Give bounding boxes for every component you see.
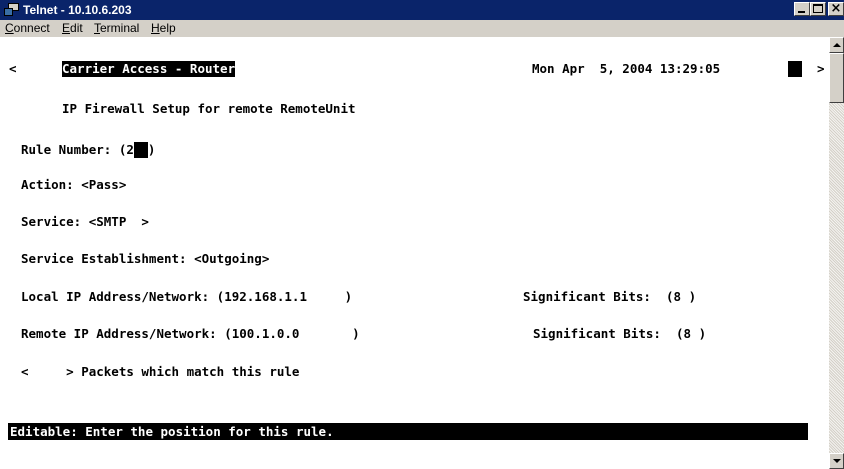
rule-number-field[interactable]: Rule Number: (2) (21, 142, 155, 158)
window-title: Telnet - 10.10.6.203 (23, 3, 132, 17)
minimize-icon (798, 11, 805, 13)
header-cursor (788, 61, 802, 77)
input-cursor (133, 142, 148, 158)
maximize-icon (813, 4, 823, 13)
menu-help[interactable]: Help (151, 21, 176, 36)
menu-bar: Connect Edit Terminal Help (0, 20, 844, 37)
header-datetime: Mon Apr 5, 2004 13:29:05 (532, 61, 721, 76)
service-establishment-field[interactable]: Service Establishment: <Outgoing> (21, 251, 269, 267)
maximize-button[interactable] (810, 2, 826, 16)
remote-significant-bits-field[interactable]: Significant Bits: (8 ) (533, 326, 706, 342)
menu-terminal[interactable]: Terminal (94, 21, 139, 36)
rule-number-value[interactable]: 2 (126, 142, 134, 157)
remote-ip-field[interactable]: Remote IP Address/Network: (100.1.0.0 ) (21, 326, 360, 342)
status-message: Editable: Enter the position for this ru… (10, 424, 334, 439)
scroll-thumb[interactable] (829, 53, 844, 103)
title-bar[interactable]: Telnet - 10.10.6.203 × (0, 0, 844, 20)
rule-number-close: ) (147, 142, 156, 157)
vertical-scrollbar[interactable] (829, 37, 844, 469)
scroll-left-marker: < (9, 61, 17, 76)
scroll-right-marker: > (817, 61, 825, 76)
menu-connect[interactable]: Connect (5, 21, 50, 36)
minimize-button[interactable] (794, 2, 810, 16)
local-ip-field[interactable]: Local IP Address/Network: (192.168.1.1 ) (21, 289, 352, 305)
rule-number-label: Rule Number: ( (21, 142, 127, 157)
service-field[interactable]: Service: <SMTP > (21, 214, 149, 230)
local-significant-bits-field[interactable]: Significant Bits: (8 ) (523, 289, 696, 305)
header-title: Carrier Access - Router (62, 61, 236, 77)
packets-match-rule-field[interactable]: < > Packets which match this rule (21, 364, 299, 380)
close-icon: × (830, 1, 842, 16)
telnet-app-icon (4, 3, 19, 17)
screen-title: IP Firewall Setup for remote RemoteUnit (62, 101, 356, 116)
close-button[interactable]: × (828, 1, 844, 16)
menu-edit[interactable]: Edit (62, 21, 83, 36)
status-bar: Editable: Enter the position for this ru… (8, 423, 808, 440)
scroll-up-button[interactable] (829, 37, 844, 53)
arrow-down-icon (833, 459, 841, 463)
terminal-screen[interactable]: < Carrier Access - Router Mon Apr 5, 200… (0, 37, 829, 469)
scroll-down-button[interactable] (829, 453, 844, 469)
arrow-up-icon (833, 43, 841, 47)
action-field[interactable]: Action: <Pass> (21, 177, 126, 193)
